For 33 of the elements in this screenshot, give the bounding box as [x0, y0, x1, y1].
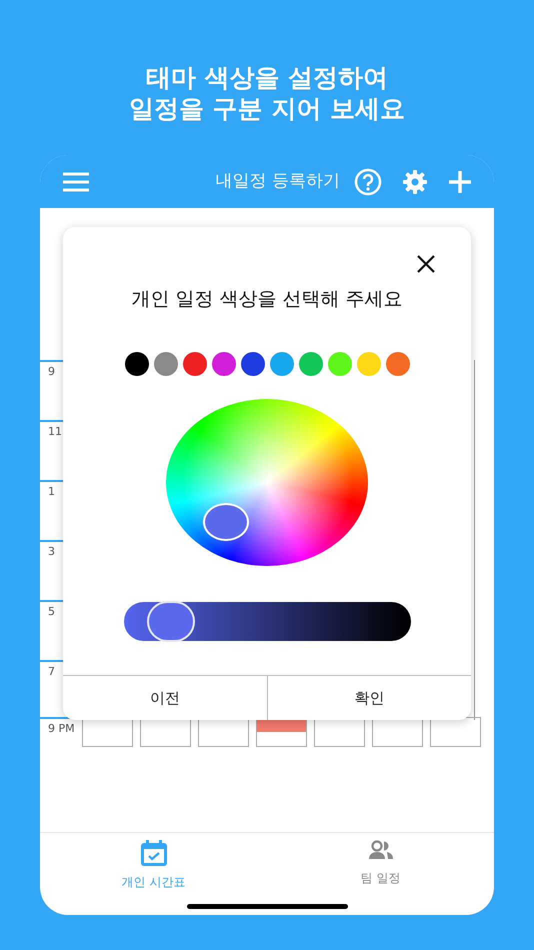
dialog-title: 개인 일정 색상을 선택해 주세요: [131, 287, 403, 312]
menu-icon[interactable]: [62, 172, 90, 192]
color-swatch[interactable]: [212, 352, 236, 376]
color-swatch[interactable]: [182, 352, 206, 376]
color-picker-handle[interactable]: [203, 502, 249, 540]
time-label: 9: [48, 364, 55, 380]
color-swatch[interactable]: [240, 352, 264, 376]
color-swatch[interactable]: [154, 352, 178, 376]
time-label: 1: [48, 484, 55, 500]
confirm-button[interactable]: 확인: [266, 676, 471, 720]
color-swatch[interactable]: [386, 352, 410, 376]
help-icon[interactable]: [354, 168, 382, 196]
color-swatch[interactable]: [328, 352, 352, 376]
color-swatch[interactable]: [356, 352, 380, 376]
color-swatch[interactable]: [270, 352, 294, 376]
time-label: 3: [48, 544, 55, 560]
color-swatch[interactable]: [124, 352, 148, 376]
brightness-slider[interactable]: [124, 602, 410, 640]
headline: 일정을 구분 지어 보세요: [128, 93, 406, 124]
color-swatch[interactable]: [298, 352, 322, 376]
tab[interactable]: 팀 일정: [267, 833, 494, 915]
time-label: 9 PM: [47, 721, 76, 737]
calendar-check-icon: [138, 839, 168, 867]
settings-icon[interactable]: [402, 168, 428, 194]
close-icon[interactable]: [417, 255, 435, 273]
time-label: 5: [48, 604, 55, 620]
time-label: 7: [48, 664, 55, 680]
slider-thumb[interactable]: [147, 600, 196, 642]
back-button[interactable]: 이전: [63, 676, 266, 720]
add-icon[interactable]: [448, 170, 472, 194]
headline: 태마 색상을 설정하여: [146, 62, 388, 93]
time-label: 11: [48, 424, 62, 440]
header-title: 내일정 등록하기: [216, 170, 340, 193]
